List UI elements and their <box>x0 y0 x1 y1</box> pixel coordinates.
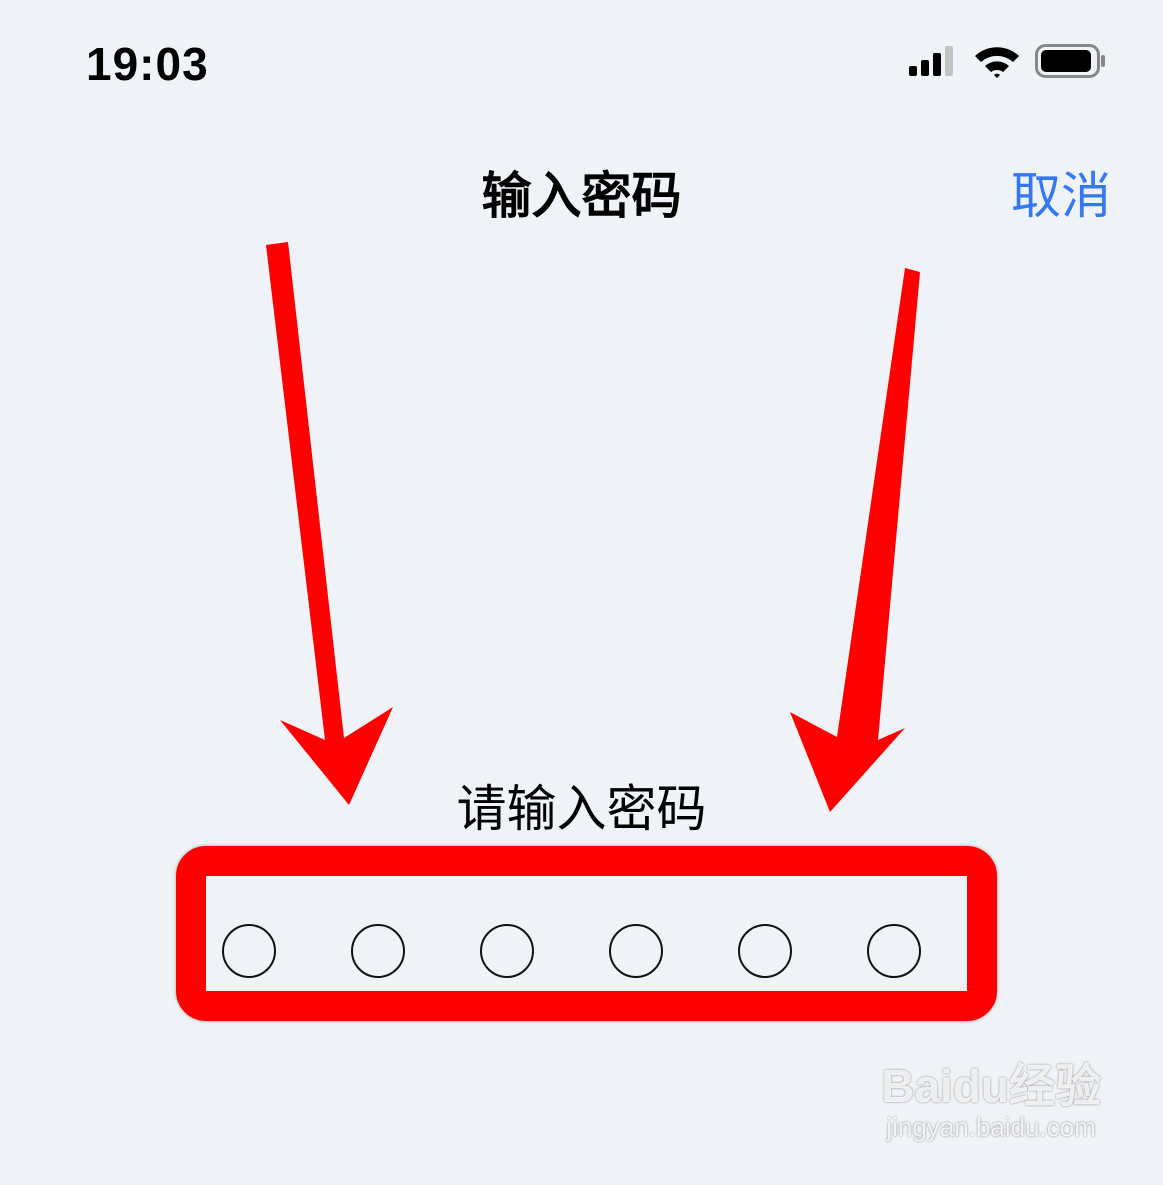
status-time: 19:03 <box>86 38 209 90</box>
password-prompt: 请输入密码 <box>456 780 707 838</box>
watermark: Baidu经验 jingyan.baidu.com <box>881 1060 1101 1142</box>
arrow-left-icon <box>266 242 393 805</box>
status-icons <box>909 44 1107 82</box>
wifi-icon <box>973 44 1021 82</box>
arrow-right-icon <box>790 268 920 812</box>
cancel-button[interactable]: 取消 <box>1011 164 1111 228</box>
page-title: 输入密码 <box>481 167 682 225</box>
highlight-box <box>176 846 997 1021</box>
battery-icon <box>1035 44 1107 82</box>
watermark-logo: Baidu经验 <box>881 1060 1101 1112</box>
cellular-signal-icon <box>909 46 959 80</box>
watermark-url: jingyan.baidu.com <box>886 1112 1096 1142</box>
